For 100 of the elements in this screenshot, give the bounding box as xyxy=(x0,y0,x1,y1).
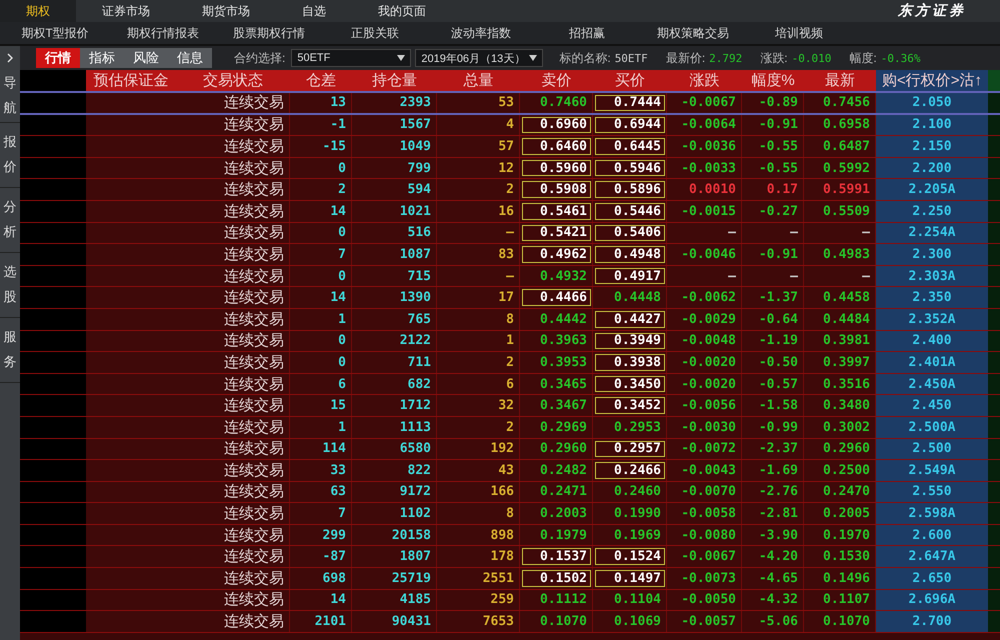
table-row[interactable]: 连续交易 114 6580 192 0.2960 0.2957 -0.0072 -2.37 0.2960 2.500 xyxy=(20,438,1000,460)
table-row[interactable]: 连续交易 6 682 6 0.3465 0.3450 -0.0020 -0.57 0.3516 2.450A xyxy=(20,374,1000,396)
table-row[interactable]: 连续交易 15 1712 32 0.3467 0.3452 -0.0056 -1.58 0.3480 2.450 xyxy=(20,395,1000,417)
column-header[interactable]: 购<行权价>沽↑ xyxy=(876,70,988,91)
table-cell: -1.58 xyxy=(742,395,804,416)
table-cell: 8 xyxy=(437,308,520,330)
table-cell: 0.2957 xyxy=(593,438,667,460)
month-dropdown[interactable]: 2019年06月（13天） xyxy=(415,49,544,67)
table-cell: 2.100 xyxy=(876,114,988,136)
table-row[interactable]: 连续交易 14 4185 259 0.1112 0.1104 -0.0050 -4.32 0.1107 2.696A xyxy=(20,590,1000,612)
column-header[interactable]: 幅度% xyxy=(742,70,804,91)
view-tab[interactable]: 行情 xyxy=(36,48,80,68)
table-cell: 连续交易 xyxy=(176,590,290,610)
table-row[interactable]: 连续交易 33 822 43 0.2482 0.2466 -0.0043 -1.69 0.2500 2.549A xyxy=(20,460,1000,482)
table-row[interactable]: 连续交易 7 1102 8 0.2003 0.1990 -0.0058 -2.81 0.2005 2.598A xyxy=(20,503,1000,525)
table-cell: 20158 xyxy=(352,524,437,546)
table-cell: 连续交易 xyxy=(176,524,290,546)
view-tab[interactable]: 风险 xyxy=(124,48,168,68)
table-cell: 898 xyxy=(437,524,520,546)
table-cell: -0.0015 xyxy=(681,204,736,219)
column-header[interactable]: 持仓量 xyxy=(352,70,437,91)
table-row[interactable]: 连续交易 -15 1049 57 0.6460 0.6445 -0.0036 -0.55 0.6487 2.150 xyxy=(20,136,1000,158)
table-cell: 连续交易 xyxy=(176,546,290,568)
quote-label: 最新价: xyxy=(666,50,706,66)
menu-item[interactable]: 期权策略交易 xyxy=(640,24,746,42)
view-tab[interactable]: 指标 xyxy=(80,48,124,68)
table-row[interactable]: 连续交易 -1 1567 4 0.6960 0.6944 -0.0064 -0.91 0.6958 2.100 xyxy=(20,114,1000,136)
table-cell: 1390 xyxy=(352,287,437,308)
table-cell: 0.1497 xyxy=(593,568,667,589)
table-cell: 2.400 xyxy=(876,330,988,352)
table-row[interactable]: 连续交易 1 1113 2 0.2969 0.2953 -0.0030 -0.99 0.3002 2.500A xyxy=(20,416,1000,438)
table-cell: -0.0050 xyxy=(681,592,736,608)
quote-value: 50ETF xyxy=(614,52,648,64)
table-cell: 0.2953 xyxy=(593,416,667,438)
table-cell: 连续交易 xyxy=(176,330,290,352)
table-row[interactable]: 连续交易 2 594 2 0.5908 0.5896 0.0010 0.17 0.5991 2.205A xyxy=(20,179,1000,201)
table-cell: 2.150 xyxy=(876,136,988,157)
table-cell: -4.32 xyxy=(742,590,804,610)
table-row[interactable]: 连续交易 0 715 – 0.4932 0.4917 – – – 2.303A xyxy=(20,266,1000,288)
table-row[interactable]: 连续交易 0 799 12 0.5960 0.5946 -0.0033 -0.55 0.5992 2.200 xyxy=(20,158,1000,180)
column-header[interactable]: 最新 xyxy=(804,70,876,91)
column-header[interactable]: 总量 xyxy=(437,70,520,91)
table-cell: 0.5421 xyxy=(520,222,593,244)
table-cell: 0.4932 xyxy=(520,266,593,286)
table-cell: 90431 xyxy=(352,611,437,632)
table-row[interactable]: 连续交易 7 1087 83 0.4962 0.4948 -0.0046 -0.91 0.4983 2.300 xyxy=(20,244,1000,266)
menu-item[interactable]: 正股关联 xyxy=(322,24,428,42)
table-cell: -1.37 xyxy=(742,287,804,308)
table-cell: 192 xyxy=(437,438,520,460)
expand-button[interactable] xyxy=(0,46,20,70)
table-cell: 0.7444 xyxy=(593,93,667,113)
table-row[interactable]: 连续交易 -87 1807 178 0.1537 0.1524 -0.0067 -4.20 0.1530 2.647A xyxy=(20,546,1000,568)
table-row[interactable]: 连续交易 1 765 8 0.4442 0.4427 -0.0029 -0.64 0.4484 2.352A xyxy=(20,308,1000,331)
table-cell: 2551 xyxy=(437,568,520,589)
table-row[interactable]: 连续交易 0 2122 1 0.3963 0.3949 -0.0048 -1.19 0.3981 2.400 xyxy=(20,330,1000,352)
menu-item[interactable]: 股票期权行情 xyxy=(216,24,322,42)
table-cell: 2.500 xyxy=(876,438,988,460)
table-cell: 2.550 xyxy=(876,482,988,502)
column-header[interactable]: 仓差 xyxy=(290,70,352,91)
menu-item[interactable]: 培训视频 xyxy=(746,24,852,42)
menu-tab[interactable]: 期货市场 xyxy=(176,0,276,22)
menu-tab[interactable]: 期权 xyxy=(0,0,76,22)
table-row[interactable]: 连续交易 14 1390 17 0.4466 0.4448 -0.0062 -1.37 0.4458 2.350 xyxy=(20,287,1000,309)
menu-item[interactable]: 期权行情报表 xyxy=(110,24,216,42)
menu-tab[interactable]: 我的页面 xyxy=(352,0,452,22)
table-cell: -1.19 xyxy=(742,330,804,352)
table-cell: 0.3953 xyxy=(520,352,593,373)
table-cell: 0.2466 xyxy=(593,460,667,481)
table-row[interactable]: 连续交易 0 516 – 0.5421 0.5406 – – – 2.254A xyxy=(20,222,1000,244)
table-cell: 765 xyxy=(352,308,437,330)
menu-item[interactable]: 期权T型报价 xyxy=(0,24,110,42)
table-cell: 0.1524 xyxy=(593,546,667,568)
column-header[interactable]: 交易状态 xyxy=(176,70,290,91)
column-header[interactable]: 买价 xyxy=(593,70,667,91)
table-row[interactable]: 连续交易 2101 90431 7653 0.1070 0.1069 -0.0057 -5.06 0.1070 2.700 xyxy=(20,611,1000,633)
table-row[interactable]: 连续交易 63 9172 166 0.2471 0.2460 -0.0070 -2.76 0.2470 2.550 xyxy=(20,482,1000,504)
table-cell: 114 xyxy=(290,438,352,460)
column-header[interactable]: 卖价 xyxy=(520,70,593,91)
table-cell: 2.050 xyxy=(876,93,988,113)
table-cell: -0.0057 xyxy=(681,614,736,630)
contract-dropdown[interactable]: 50ETF xyxy=(291,49,412,67)
chevron-right-icon xyxy=(7,53,13,63)
table-cell: 2.303A xyxy=(876,266,988,286)
column-header[interactable]: 预估保证金 xyxy=(86,70,176,91)
menu-item[interactable]: 波动率指数 xyxy=(428,24,534,42)
table-row[interactable]: 连续交易 698 25719 2551 0.1502 0.1497 -0.0073 -4.65 0.1496 2.650 xyxy=(20,568,1000,590)
table-row[interactable]: 连续交易 0 711 2 0.3953 0.3938 -0.0020 -0.50 0.3997 2.401A xyxy=(20,352,1000,374)
table-cell: 32 xyxy=(437,395,520,416)
column-header[interactable]: 涨跌 xyxy=(667,70,742,91)
menu-item[interactable]: 招招赢 xyxy=(534,24,640,42)
table-cell: 2.250 xyxy=(876,200,988,222)
view-tab[interactable]: 信息 xyxy=(168,48,212,68)
menu-tab[interactable]: 自选 xyxy=(276,0,352,22)
table-row[interactable]: 连续交易 14 1021 16 0.5461 0.5446 -0.0015 -0.27 0.5509 2.250 xyxy=(20,200,1000,223)
table-row[interactable]: 连续交易 13 2393 53 0.7460 0.7444 -0.0067 -0.89 0.7456 2.050 xyxy=(20,93,1000,115)
menu-tab[interactable]: 证券市场 xyxy=(76,0,176,22)
table-cell: 连续交易 xyxy=(176,416,290,438)
table-cell: 822 xyxy=(352,460,437,481)
table-row[interactable]: 连续交易 299 20158 898 0.1979 0.1969 -0.0080 -3.90 0.1970 2.600 xyxy=(20,524,1000,546)
table-cell: -0.0043 xyxy=(681,462,736,478)
